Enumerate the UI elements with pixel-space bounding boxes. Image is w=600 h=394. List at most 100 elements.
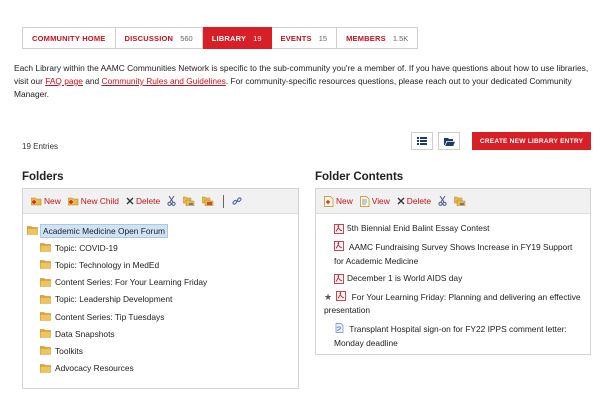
delete-label: Delete xyxy=(406,196,431,206)
new-child-folder-icon xyxy=(67,197,79,206)
folder-contents-list: 5th Biennial Enid Balint Essay Contest A… xyxy=(316,214,590,350)
list-view-icon xyxy=(417,137,427,145)
faq-link[interactable]: FAQ page xyxy=(45,76,83,86)
folder-contents-heading: Folder Contents xyxy=(315,171,404,183)
tab-label: EVENTS xyxy=(280,33,312,43)
entry-title: AAMC Fundraising Survey Shows Increase i… xyxy=(334,241,573,266)
new-child-folder-button[interactable]: New Child xyxy=(65,193,122,210)
folder-tree-item[interactable]: Topic: COVID-19 xyxy=(23,239,298,256)
folder-label: Toolkits xyxy=(55,345,83,356)
new-document-icon xyxy=(324,195,334,207)
library-intro: Each Library within the AAMC Communities… xyxy=(14,62,589,101)
contents-toolbar: New View Delete xyxy=(316,189,590,214)
tab-community-home[interactable]: COMMUNITY HOME xyxy=(22,27,116,49)
tab-library[interactable]: LIBRARY 19 xyxy=(202,27,272,49)
folders-toolbar: New New Child Delete xyxy=(23,189,298,214)
new-label: New xyxy=(44,196,61,206)
library-entry[interactable]: 5th Biennial Enid Balint Essay Contest xyxy=(324,222,584,236)
tab-members[interactable]: MEMBERS 1.5K xyxy=(337,27,419,49)
folder-icon xyxy=(27,226,38,235)
new-child-label: New Child xyxy=(80,196,119,206)
folder-label: Advocacy Resources xyxy=(55,363,134,374)
tab-count: 560 xyxy=(180,33,193,43)
tab-count: 19 xyxy=(253,33,262,43)
entry-title: Transplant Hospital sign-on for FY22 IPP… xyxy=(334,324,567,348)
delete-x-icon xyxy=(397,197,405,205)
scissors-icon xyxy=(438,196,447,206)
paste-folder-button[interactable] xyxy=(199,193,217,210)
entries-count: 19 Entries xyxy=(22,142,59,151)
folder-tree-item[interactable]: Toolkits xyxy=(23,342,298,359)
copy-folder-icon xyxy=(183,196,195,206)
tab-count: 1.5K xyxy=(392,33,409,43)
view-document-icon xyxy=(359,195,370,207)
folder-label: Topic: COVID-19 xyxy=(55,242,118,253)
list-view-button[interactable] xyxy=(411,132,433,150)
scissors-icon xyxy=(167,196,176,206)
toolbar-divider xyxy=(223,194,225,208)
folder-tree-item[interactable]: Topic: Leadership Development xyxy=(23,291,298,308)
tab-label: MEMBERS xyxy=(346,33,386,43)
folder-tree-item[interactable]: Data Snapshots xyxy=(23,325,298,342)
community-tabs: COMMUNITY HOME DISCUSSION 560 LIBRARY 19… xyxy=(22,27,419,49)
pdf-icon xyxy=(336,290,347,301)
folder-icon xyxy=(40,243,51,253)
folder-tree-root[interactable]: Academic Medicine Open Forum xyxy=(23,222,298,239)
folder-label: Content Series: For Your Learning Friday xyxy=(55,277,208,288)
library-entry-featured[interactable]: ★ For Your Learning Friday: Planning and… xyxy=(324,289,584,318)
new-folder-icon xyxy=(31,197,42,206)
new-entry-button[interactable]: New xyxy=(321,193,356,210)
delete-folder-button[interactable]: Delete xyxy=(123,193,163,210)
new-label: New xyxy=(336,196,353,206)
tab-label: DISCUSSION xyxy=(124,33,174,43)
library-entry[interactable]: December 1 is World AIDS day xyxy=(324,272,584,286)
folder-label: Data Snapshots xyxy=(55,328,115,339)
copy-folder-icon xyxy=(454,196,466,206)
folder-label: Topic: Leadership Development xyxy=(55,294,173,305)
open-folder-icon xyxy=(443,137,455,146)
folder-view-button[interactable] xyxy=(438,132,460,150)
rules-guidelines-link[interactable]: Community Rules and Guidelines xyxy=(102,76,226,86)
folder-icon xyxy=(40,329,51,339)
folder-icon xyxy=(40,363,51,373)
pdf-icon xyxy=(334,273,344,284)
copy-folder-button[interactable] xyxy=(180,193,198,210)
folders-panel: New New Child Delete Academic Medicine O… xyxy=(22,188,299,389)
tab-count: 15 xyxy=(318,33,328,43)
folder-tree-item[interactable]: Content Series: For Your Learning Friday xyxy=(23,274,298,291)
delete-x-icon xyxy=(126,197,134,205)
tab-label: COMMUNITY HOME xyxy=(32,33,106,43)
tab-events[interactable]: EVENTS 15 xyxy=(271,27,338,49)
folder-tree-item[interactable]: Topic: Technology in MedEd xyxy=(23,256,298,273)
folder-icon xyxy=(40,277,51,287)
folder-tree-item[interactable]: Advocacy Resources xyxy=(23,360,298,377)
delete-label: Delete xyxy=(135,196,161,206)
entry-title: For Your Learning Friday: Planning and d… xyxy=(324,291,581,316)
folder-label: Content Series: Tip Tuesdays xyxy=(55,311,165,322)
copy-entry-button[interactable] xyxy=(451,193,469,210)
delete-entry-button[interactable]: Delete xyxy=(394,193,434,210)
folder-icon xyxy=(40,346,51,356)
folders-heading: Folders xyxy=(22,171,64,183)
cut-folder-button[interactable] xyxy=(164,193,179,210)
tab-discussion[interactable]: DISCUSSION 560 xyxy=(115,27,203,49)
entry-title: 5th Biennial Enid Balint Essay Contest xyxy=(347,223,490,233)
paste-folder-icon xyxy=(202,196,214,206)
folder-icon xyxy=(40,260,51,270)
folder-tree-item[interactable]: Content Series: Tip Tuesdays xyxy=(23,308,298,325)
pdf-icon xyxy=(334,241,344,251)
link-icon xyxy=(232,197,242,205)
folder-label: Topic: Technology in MedEd xyxy=(55,259,160,270)
new-folder-button[interactable]: New xyxy=(28,193,64,210)
cut-entry-button[interactable] xyxy=(435,193,450,210)
folder-contents-panel: New View Delete 5th Biennial Enid Balint… xyxy=(315,188,591,355)
view-entry-button[interactable]: View xyxy=(357,193,393,210)
library-entry[interactable]: Transplant Hospital sign-on for FY22 IPP… xyxy=(324,321,584,350)
create-library-entry-button[interactable]: CREATE NEW LIBRARY ENTRY xyxy=(472,132,591,150)
link-button[interactable] xyxy=(229,193,245,210)
library-entry[interactable]: AAMC Fundraising Survey Shows Increase i… xyxy=(324,239,584,268)
star-icon: ★ xyxy=(324,291,333,302)
pdf-icon xyxy=(334,224,344,234)
intro-text: and xyxy=(82,76,102,86)
folder-icon xyxy=(40,295,51,304)
